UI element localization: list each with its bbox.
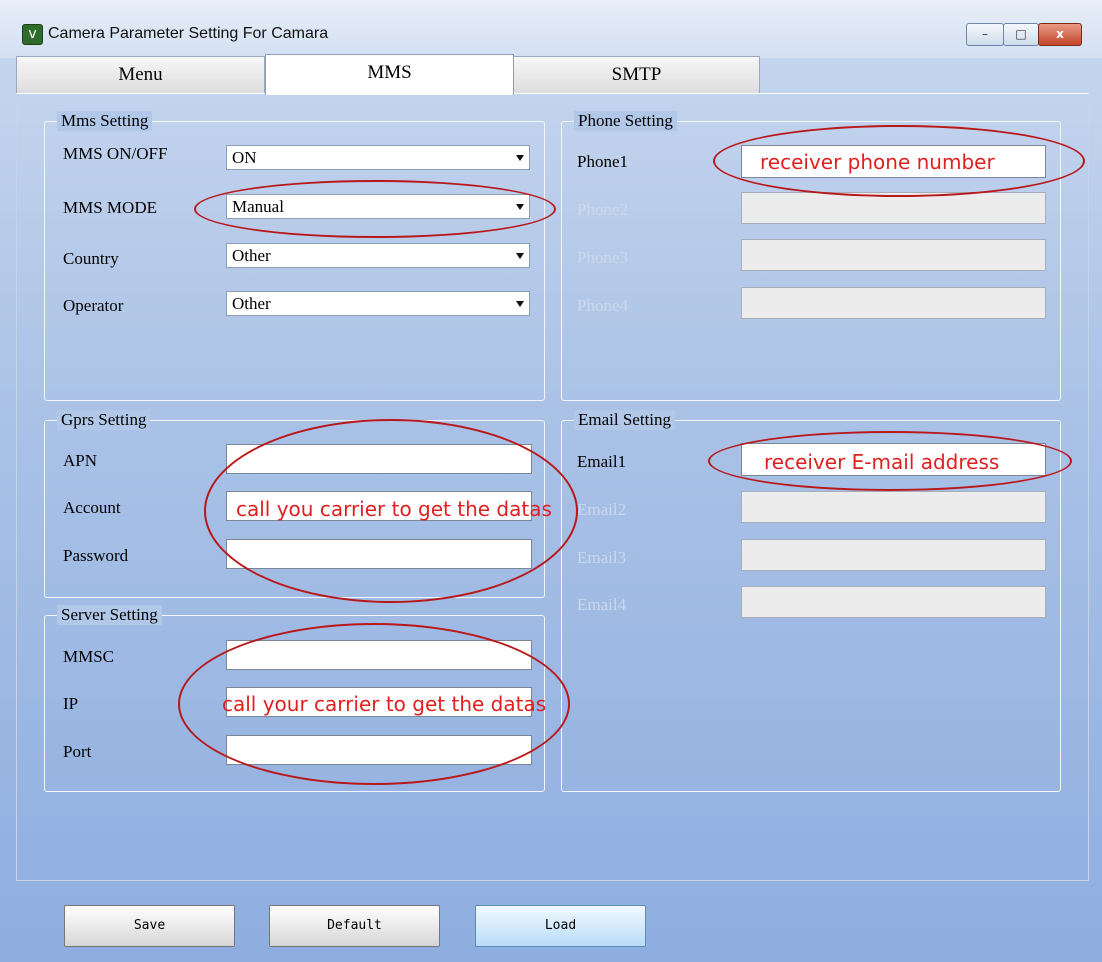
chevron-down-icon: [516, 155, 524, 161]
select-value: Other: [232, 246, 271, 265]
group-title: Email Setting: [574, 410, 676, 430]
operator-label: Operator: [63, 296, 124, 315]
close-button[interactable]: x: [1038, 23, 1082, 46]
tab-smtp[interactable]: SMTP: [513, 56, 760, 94]
title-bar: v Camera Parameter Setting For Camara – …: [0, 0, 1102, 58]
group-title: Phone Setting: [574, 111, 677, 131]
tab-mms[interactable]: MMS: [265, 54, 514, 95]
mms-onoff-select[interactable]: ON: [226, 145, 530, 170]
phone2-label: Phone2: [577, 200, 628, 219]
email1-label: Email1: [577, 452, 627, 471]
mmsc-label: MMSC: [63, 647, 115, 666]
app-logo-icon: v: [22, 24, 43, 45]
phone-highlight-ellipse: [713, 125, 1085, 197]
select-value: Other: [232, 294, 271, 313]
phone3-input[interactable]: [741, 239, 1046, 271]
group-title: Server Setting: [57, 605, 162, 625]
app-window: v Camera Parameter Setting For Camara – …: [0, 0, 1102, 962]
email2-input[interactable]: [741, 491, 1046, 523]
load-button[interactable]: Load: [475, 905, 646, 947]
phone3-label: Phone3: [577, 248, 628, 267]
apn-label: APN: [63, 451, 98, 470]
operator-select[interactable]: Other: [226, 291, 530, 316]
select-value: ON: [232, 148, 257, 167]
phone4-label: Phone4: [577, 296, 628, 315]
email4-label: Email4: [577, 595, 627, 614]
email3-label: Email3: [577, 548, 627, 567]
mms-mode-label: MMS MODE: [63, 198, 157, 217]
group-title: Mms Setting: [57, 111, 153, 131]
minimize-button[interactable]: –: [966, 23, 1004, 46]
gprs-highlight-ellipse: [204, 419, 578, 603]
chevron-down-icon: [516, 301, 524, 307]
window-title: Camera Parameter Setting For Camara: [48, 25, 329, 42]
save-button[interactable]: Save: [64, 905, 235, 947]
email4-input[interactable]: [741, 586, 1046, 618]
chevron-down-icon: [516, 253, 524, 259]
ip-label: IP: [63, 694, 79, 713]
email2-label: Email2: [577, 500, 627, 519]
email3-input[interactable]: [741, 539, 1046, 571]
password-label: Password: [63, 546, 129, 565]
mms-onoff-label: MMS ON/OFF: [63, 144, 168, 163]
group-title: Gprs Setting: [57, 410, 151, 430]
phone4-input[interactable]: [741, 287, 1046, 319]
default-button[interactable]: Default: [269, 905, 440, 947]
maximize-button[interactable]: □: [1003, 23, 1039, 46]
account-label: Account: [63, 498, 121, 517]
email-highlight-ellipse: [708, 431, 1072, 491]
phone1-label: Phone1: [577, 152, 628, 171]
tab-menu[interactable]: Menu: [16, 56, 265, 94]
mode-highlight-ellipse: [194, 180, 556, 238]
country-label: Country: [63, 249, 119, 268]
port-label: Port: [63, 742, 92, 761]
country-select[interactable]: Other: [226, 243, 530, 268]
server-highlight-ellipse: [178, 623, 570, 785]
